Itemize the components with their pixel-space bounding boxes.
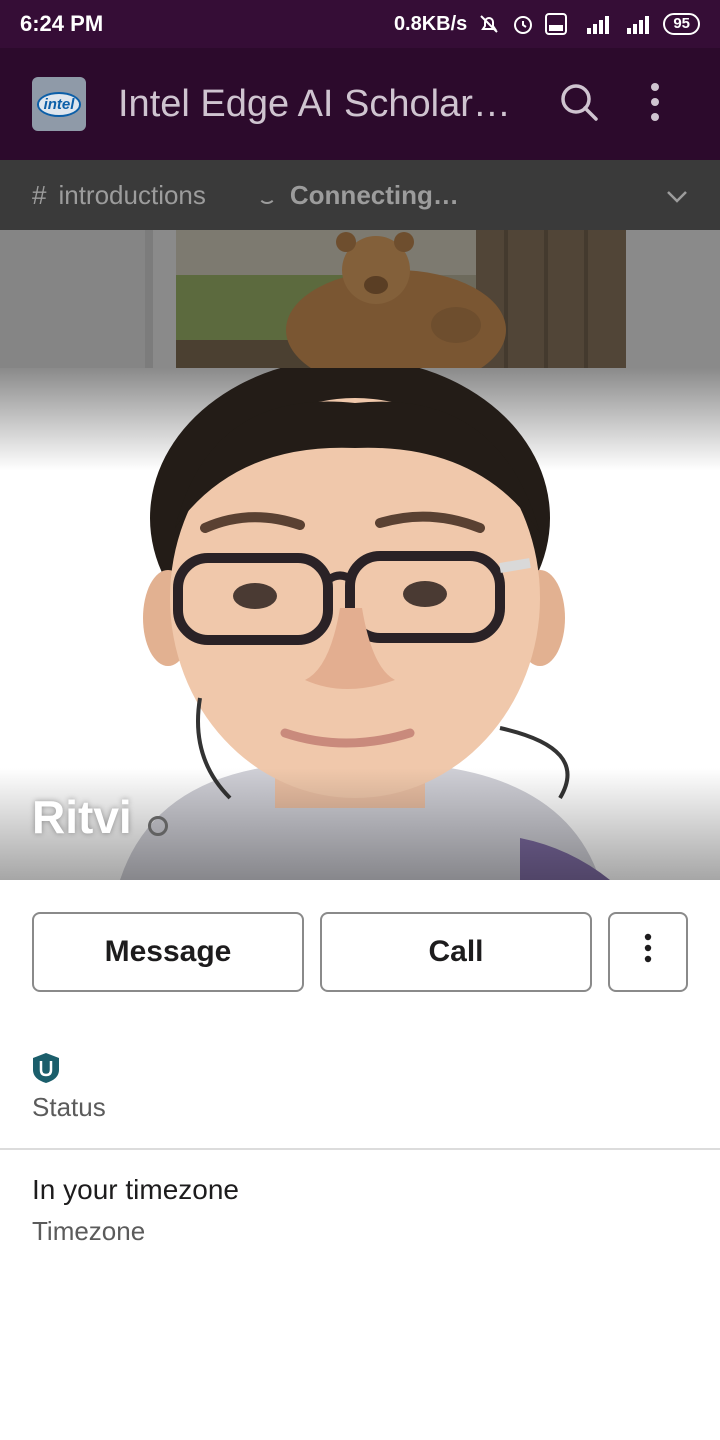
volte-icon	[545, 13, 568, 35]
timezone-value: In your timezone	[32, 1174, 239, 1205]
timezone-label: Timezone	[32, 1216, 146, 1246]
alarm-icon	[511, 12, 535, 36]
more-vertical-icon	[644, 933, 652, 971]
battery-indicator: 95	[663, 13, 700, 35]
profile-name: Ritvi	[32, 791, 132, 843]
search-icon[interactable]	[558, 81, 600, 128]
divider	[0, 1148, 720, 1150]
clock: 6:24 PM	[20, 11, 104, 36]
hash-icon: #	[32, 179, 47, 210]
connection-status: Connecting…	[289, 179, 459, 210]
mute-bell-icon	[477, 12, 501, 36]
status-label: Status	[32, 1092, 106, 1122]
workspace-logo[interactable]: intel	[32, 77, 86, 131]
workspace-title[interactable]: Intel Edge AI Scholars…	[118, 83, 528, 126]
intel-logo-text: intel	[36, 91, 82, 117]
status-icons: 0.8KB/s 95	[394, 12, 700, 36]
call-button[interactable]: Call	[320, 912, 592, 992]
signal-4g-icon	[577, 12, 613, 36]
dimmed-background	[0, 230, 720, 368]
network-speed: 0.8KB/s	[393, 12, 468, 35]
chevron-down-icon[interactable]	[666, 180, 688, 211]
channel-bar[interactable]: # introductions Connecting…	[0, 160, 720, 230]
app-bar: intel Intel Edge AI Scholars…	[0, 48, 720, 160]
udacity-shield-icon	[32, 1052, 60, 1089]
loading-spinner-icon	[257, 186, 276, 204]
more-actions-button[interactable]	[608, 912, 688, 992]
presence-away-icon	[148, 816, 168, 836]
channel-name: introductions	[58, 179, 206, 210]
system-status-bar: 6:24 PM 0.8KB/s 95	[0, 0, 720, 48]
message-button[interactable]: Message	[32, 912, 304, 992]
overflow-menu-icon[interactable]	[650, 82, 660, 127]
signal-icon	[623, 12, 653, 36]
bear-gif-image	[176, 230, 626, 368]
